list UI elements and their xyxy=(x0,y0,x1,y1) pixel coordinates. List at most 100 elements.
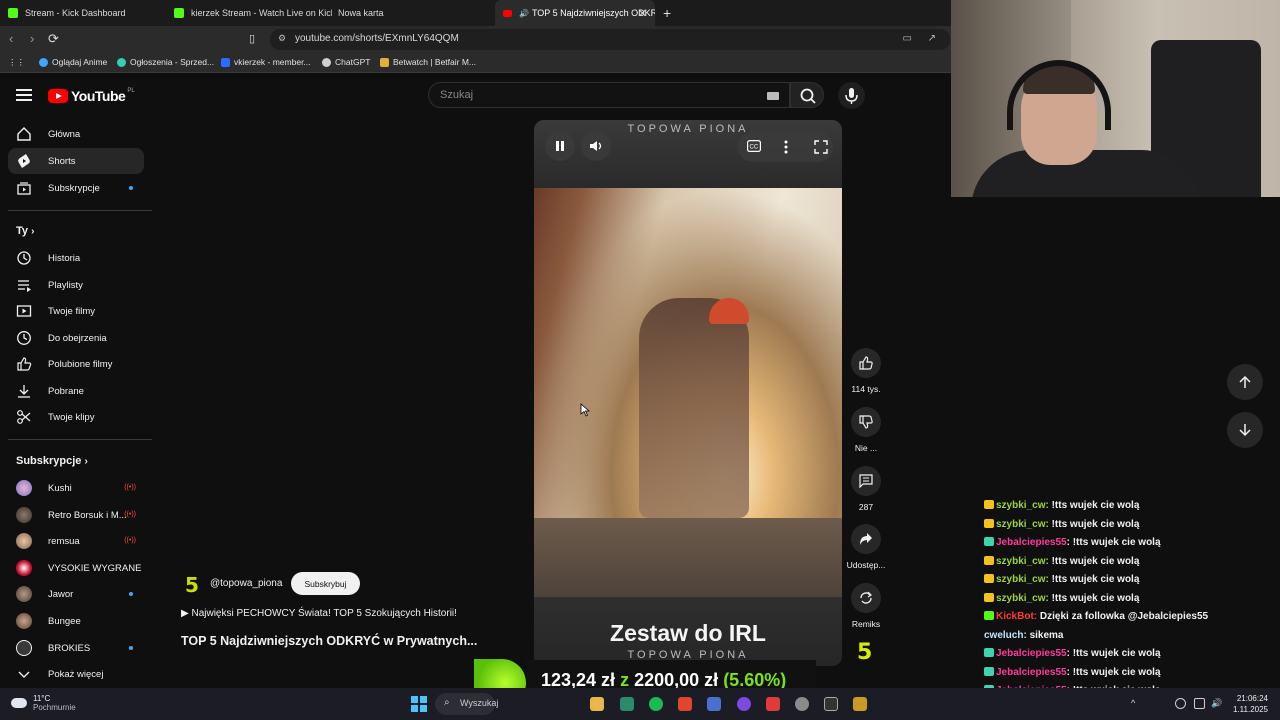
sidebar-item-liked[interactable]: Polubione filmy xyxy=(8,351,144,377)
sidebar-item-playlists[interactable]: Playlisty xyxy=(8,272,144,298)
avatar xyxy=(16,480,32,496)
new-tab-icon[interactable]: + xyxy=(663,5,671,21)
bookmark-label: Oglądaj Anime xyxy=(52,57,108,67)
sidebar-item-subscriptions[interactable]: Subskrypcje xyxy=(8,175,144,201)
tab-kick-dashboard[interactable]: Stream - Kick Dashboard xyxy=(0,0,170,26)
volume-tray-icon[interactable]: 🔊 xyxy=(1211,698,1222,709)
app-icon[interactable] xyxy=(766,697,780,711)
sidebar-you-header[interactable]: Ty › xyxy=(16,225,34,237)
network-icon[interactable] xyxy=(1194,698,1205,709)
sidebar-item-watch-later[interactable]: Do obejrzenia xyxy=(8,325,144,351)
bookmark-chatgpt[interactable]: ChatGPT xyxy=(322,57,370,67)
pause-button[interactable] xyxy=(545,131,575,161)
sound-channel-logo[interactable]: 5 xyxy=(857,640,872,665)
sidebar-channel-brokies[interactable]: BROKIES xyxy=(8,635,144,661)
sidebar-channel-remsua[interactable]: remsua ((•)) xyxy=(8,528,144,554)
taskbar-search[interactable]: ⌕ Wyszukaj xyxy=(435,693,498,715)
sidebar-item-home[interactable]: Główna xyxy=(8,121,144,147)
reload-icon[interactable]: ⟳ xyxy=(48,31,59,47)
bookmark-icon[interactable]: ▯ xyxy=(249,32,255,45)
worker-figure xyxy=(639,298,749,518)
youtube-logo[interactable]: YouTube PL xyxy=(48,88,135,104)
windows-taskbar: 11°C Pochmurnie ⌕ Wyszukaj ^ 🔊 21:06:24 … xyxy=(0,688,1280,720)
chat-message: Jebalciepies55: !tts wujek cie wolą xyxy=(984,666,1161,678)
apps-grid-icon[interactable]: ⋮⋮ xyxy=(8,57,25,68)
chat-badge-icon xyxy=(984,518,994,528)
chat-text: : !tts wujek cie wolą xyxy=(1066,666,1161,678)
sidebar-channel-vysokie-wygrane[interactable]: VYSOKIE WYGRANE xyxy=(8,555,144,581)
next-short-button[interactable] xyxy=(1227,412,1263,448)
bookmark-betwatch[interactable]: Betwatch | Betfair M... xyxy=(380,57,476,67)
remix-button[interactable]: Remiks xyxy=(843,583,889,629)
sidebar-channel-jawor[interactable]: Jawor xyxy=(8,581,144,607)
logo-wordmark: YouTube xyxy=(71,88,126,104)
app-icon[interactable] xyxy=(620,697,634,711)
subscribe-button[interactable]: Subskrybuj xyxy=(291,572,360,595)
sidebar-item-shorts[interactable]: Shorts xyxy=(8,148,144,174)
share-page-icon[interactable]: ↗ xyxy=(928,33,936,44)
bookmark-vkierzek[interactable]: vkierzek - member... xyxy=(221,57,311,67)
chat-username: szybki_cw xyxy=(996,518,1046,530)
previous-short-button[interactable] xyxy=(1227,364,1263,400)
tab-label: Nowa karta xyxy=(338,8,384,18)
chat-badge-icon xyxy=(984,500,994,509)
obs-icon[interactable] xyxy=(824,697,838,711)
dislike-label: Nie ... xyxy=(854,443,878,453)
sidebar-channel-retro-borsuk[interactable]: Retro Borsuk i M... ((•)) xyxy=(8,502,144,528)
hamburger-menu-icon[interactable] xyxy=(16,88,32,102)
app-icon[interactable] xyxy=(853,697,867,711)
keyboard-icon[interactable] xyxy=(767,92,779,100)
file-explorer-icon[interactable] xyxy=(590,697,604,711)
search-input[interactable]: Szukaj xyxy=(428,82,790,108)
tab-youtube-short[interactable]: 🔊 TOP 5 Najdziwniejszych ODKRY ✕ xyxy=(495,0,655,26)
back-icon[interactable]: ‹ xyxy=(9,31,13,46)
chat-text: Dzięki za followka @Jebalciepies55 xyxy=(1039,611,1209,622)
volume-button[interactable] xyxy=(581,131,611,161)
app-icon[interactable] xyxy=(678,697,692,711)
taskbar-clock[interactable]: 21:06:24 1.11.2025 xyxy=(1233,693,1268,715)
site-info-icon[interactable]: ⚙ xyxy=(278,33,286,44)
share-button[interactable]: Udostęp... xyxy=(843,524,889,570)
microphone-tray-icon[interactable] xyxy=(1175,698,1186,709)
sidebar-channel-bungee[interactable]: Bungee xyxy=(8,608,144,634)
url-field[interactable]: ⚙ youtube.com/shorts/EXmnLY64QQM ▭ ↗ xyxy=(270,29,950,50)
sidebar-item-history[interactable]: Historia xyxy=(8,245,144,271)
bookmark-anime[interactable]: Oglądaj Anime xyxy=(39,57,107,67)
related-playlist-link[interactable]: ▶ Najwięksi PECHOWCY Świata! TOP 5 Szoku… xyxy=(181,608,457,619)
app-icon[interactable] xyxy=(795,697,809,711)
channel-avatar[interactable]: 5 xyxy=(185,573,199,597)
sidebar-label: Playlisty xyxy=(48,279,83,291)
tray-chevron-icon[interactable]: ^ xyxy=(1131,698,1142,709)
captions-icon[interactable]: CC xyxy=(747,140,761,152)
app-icon[interactable] xyxy=(737,697,751,711)
thumbs-up-icon xyxy=(851,348,881,378)
remix-label: Remiks xyxy=(851,619,881,629)
fullscreen-icon[interactable] xyxy=(814,140,828,154)
search-button[interactable] xyxy=(790,82,824,108)
weather-widget[interactable]: 11°C Pochmurnie xyxy=(11,694,76,712)
more-options-icon[interactable] xyxy=(784,140,788,154)
sidebar-subscriptions-header[interactable]: Subskrypcje › xyxy=(16,455,88,467)
bookmark-label: Betwatch | Betfair M... xyxy=(393,57,476,67)
sidebar-channel-kushi[interactable]: Kushi ((•)) xyxy=(8,475,144,501)
windows-start-icon[interactable] xyxy=(411,696,427,712)
cast-icon[interactable]: ▭ xyxy=(903,33,912,44)
dislike-button[interactable]: Nie ... xyxy=(843,407,889,453)
close-tab-icon[interactable]: ✕ xyxy=(638,7,647,20)
app-icon[interactable] xyxy=(707,697,721,711)
bookmark-ogloszenia[interactable]: Ogłoszenia - Sprzed... xyxy=(117,57,214,67)
comments-button[interactable]: 287 xyxy=(843,466,889,512)
sidebar-item-your-videos[interactable]: Twoje filmy xyxy=(8,298,144,324)
spotify-icon[interactable] xyxy=(649,697,663,711)
channel-name[interactable]: @topowa_piona xyxy=(210,578,282,589)
tab-kick-stream[interactable]: kierzek Stream - Watch Live on Kick xyxy=(166,0,332,26)
tab-new-tab[interactable]: Nowa karta xyxy=(330,0,490,26)
sidebar-show-more[interactable]: Pokaż więcej xyxy=(8,661,144,687)
like-button[interactable]: 114 tys. xyxy=(843,348,889,394)
sidebar-item-clips[interactable]: Twoje klipy xyxy=(8,404,144,430)
sidebar-item-downloads[interactable]: Pobrane xyxy=(8,378,144,404)
shorts-player[interactable]: TOPOWA PIONA Zestaw do IRL TOPOWA PIONA … xyxy=(534,120,842,666)
voice-search-button[interactable] xyxy=(838,82,865,109)
video-title[interactable]: TOP 5 Najdziwniejszych ODKRYĆ w Prywatny… xyxy=(181,634,477,648)
forward-icon[interactable]: › xyxy=(30,31,34,46)
